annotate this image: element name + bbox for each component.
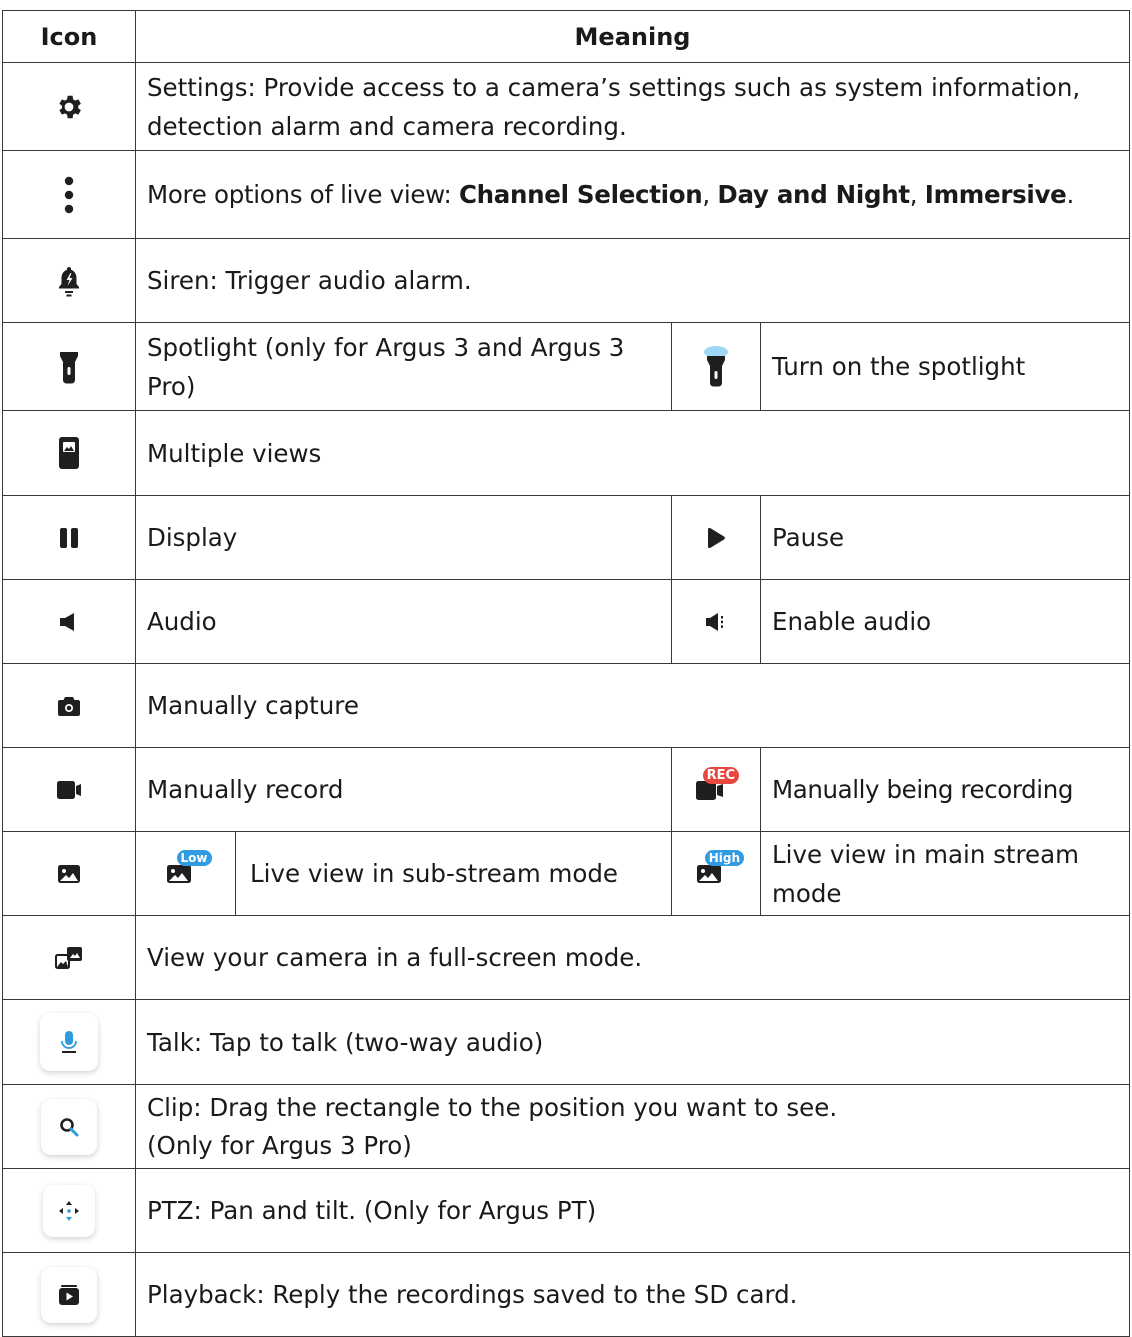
icon-cell: Low: [135, 831, 236, 916]
talk-button[interactable]: [40, 1013, 98, 1071]
record-meaning: Manually record: [135, 747, 672, 832]
ptz-button[interactable]: [43, 1184, 95, 1237]
multiple-views-icon: [59, 437, 79, 469]
more-options-prefix: More options of live view:: [147, 180, 459, 209]
high-badge: High: [704, 849, 744, 866]
image-low-icon: Low: [166, 849, 212, 884]
table-row: Low Live view in sub-stream mode High Li…: [2, 831, 1130, 916]
meaning-column-header: Meaning: [135, 10, 1130, 63]
icon-cell: [2, 1252, 136, 1337]
low-badge: Low: [176, 849, 212, 866]
siren-meaning: Siren: Trigger audio alarm.: [135, 238, 1130, 323]
image-high-icon: High: [696, 849, 744, 884]
icon-cell: [2, 579, 136, 664]
icon-cell: [2, 831, 136, 916]
icon-cell: [2, 915, 136, 1000]
spotlight-meaning: Spotlight (only for Argus 3 and Argus 3 …: [135, 322, 672, 411]
table-row: Multiple views: [2, 410, 1130, 496]
period: .: [1066, 180, 1075, 209]
audio-meaning: Audio: [135, 579, 672, 664]
table-row: PTZ: Pan and tilt. (Only for Argus PT): [2, 1168, 1130, 1253]
table-row: Audio Enable audio: [2, 579, 1130, 664]
icon-cell: [671, 495, 761, 580]
icon-cell: [2, 238, 136, 323]
pan-tilt-icon: [59, 1200, 79, 1221]
icon-cell: [2, 747, 136, 832]
table-row: Spotlight (only for Argus 3 and Argus 3 …: [2, 322, 1130, 411]
table-row: Playback: Reply the recordings saved to …: [2, 1252, 1130, 1337]
spotlight-on-meaning: Turn on the spotlight: [760, 322, 1130, 411]
spotlight-on-icon: [704, 345, 728, 386]
icon-cell: [2, 1168, 136, 1253]
icon-cell: [2, 1084, 136, 1169]
ptz-meaning: PTZ: Pan and tilt. (Only for Argus PT): [135, 1168, 1130, 1253]
table-row: More options of live view: Channel Selec…: [2, 150, 1130, 239]
recording-icon: REC: [695, 766, 739, 801]
clip-button[interactable]: [41, 1098, 97, 1155]
icon-cell: [671, 322, 761, 411]
playback-icon: [59, 1284, 79, 1305]
capture-meaning: Manually capture: [135, 663, 1130, 748]
icon-meaning-table: Icon Meaning Settings: Provide access to…: [2, 10, 1130, 1337]
header-row: Icon Meaning: [2, 10, 1130, 63]
playback-meaning: Playback: Reply the recordings saved to …: [135, 1252, 1130, 1337]
rec-badge: REC: [702, 766, 739, 784]
microphone-icon: [61, 1031, 77, 1053]
image-icon: [58, 864, 80, 883]
icon-cell: [2, 495, 136, 580]
playback-button[interactable]: [41, 1266, 97, 1323]
separator: ,: [702, 180, 718, 209]
separator: ,: [909, 180, 925, 209]
icon-column-header: Icon: [2, 10, 136, 63]
immersive-label: Immersive: [924, 180, 1067, 209]
table-row: Manually record REC Manually being recor…: [2, 747, 1130, 832]
table-row: Talk: Tap to talk (two-way audio): [2, 999, 1130, 1085]
table-row: Clip: Drag the rectangle to the position…: [2, 1084, 1130, 1169]
table-row: Display Pause: [2, 495, 1130, 580]
pause-icon: [60, 527, 78, 548]
speaker-muted-icon: [60, 612, 74, 631]
table-row: Manually capture: [2, 663, 1130, 748]
fullscreen-meaning: View your camera in a full-screen mode.: [135, 915, 1130, 1000]
display-meaning: Display: [135, 495, 672, 580]
clip-meaning: Clip: Drag the rectangle to the position…: [135, 1084, 1130, 1169]
clip-line-2: (Only for Argus 3 Pro): [147, 1130, 412, 1160]
icon-cell: [2, 62, 136, 151]
play-icon: [708, 527, 725, 548]
camera-icon: [58, 696, 80, 716]
siren-bell-icon: [59, 266, 79, 296]
icon-cell: [2, 410, 136, 496]
talk-meaning: Talk: Tap to talk (two-way audio): [135, 999, 1130, 1085]
video-camera-icon: [57, 780, 81, 799]
pause-meaning: Pause: [760, 495, 1130, 580]
clip-line-1: Clip: Drag the rectangle to the position…: [147, 1092, 838, 1122]
multiple-views-meaning: Multiple views: [135, 410, 1130, 496]
icon-cell: REC: [671, 747, 761, 832]
gear-icon: [59, 95, 81, 118]
more-vertical-icon: [64, 176, 74, 213]
icon-cell: High: [671, 831, 761, 916]
more-options-meaning: More options of live view: Channel Selec…: [135, 150, 1130, 239]
enable-audio-meaning: Enable audio: [760, 579, 1130, 664]
magnifier-icon: [60, 1117, 79, 1136]
channel-selection-label: Channel Selection: [458, 180, 703, 209]
settings-meaning: Settings: Provide access to a camera’s s…: [135, 62, 1130, 151]
table-row: Siren: Trigger audio alarm.: [2, 238, 1130, 323]
icon-cell: [2, 150, 136, 239]
speaker-on-icon: [706, 612, 723, 631]
icon-cell: [671, 579, 761, 664]
spotlight-icon: [60, 351, 78, 383]
fullscreen-icon: [55, 946, 82, 969]
main-stream-meaning: Live view in main stream mode: [760, 831, 1130, 916]
icon-cell: [2, 999, 136, 1085]
sub-stream-meaning: Live view in sub-stream mode: [235, 831, 672, 916]
being-recording-meaning: Manually being recording: [760, 747, 1130, 832]
icon-cell: [2, 322, 136, 411]
table-row: Settings: Provide access to a camera’s s…: [2, 62, 1130, 151]
day-and-night-label: Day and Night: [717, 180, 910, 209]
table-row: View your camera in a full-screen mode.: [2, 915, 1130, 1000]
icon-cell: [2, 663, 136, 748]
